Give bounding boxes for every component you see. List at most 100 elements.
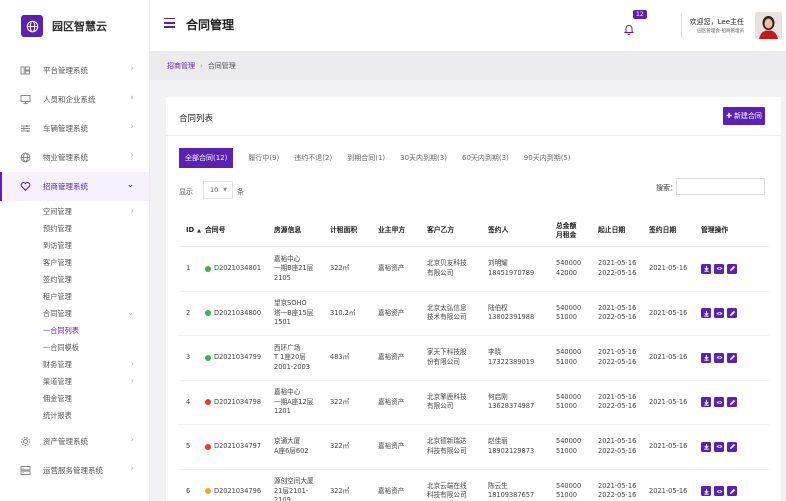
tab-1[interactable]: 全部合同(12) xyxy=(179,148,234,168)
eye-icon[interactable] xyxy=(714,397,724,408)
breadcrumb-home[interactable]: 招商管理 xyxy=(167,62,195,70)
tab-5[interactable]: 30天内到期(3) xyxy=(400,148,447,168)
table-row[interactable]: 1 D2021034801 嘉裕中心 一期B座21层 2105 322㎡ 嘉裕资产 北京贝友科… xyxy=(179,247,769,292)
sidebar-menu: 平台管理系统 › 人员和企业系统 › 车辆管理系统 › 物业管理系统 › 招商管理系统 ⌄ 空间管理… xyxy=(0,56,149,485)
bell-icon[interactable] xyxy=(623,20,635,35)
table-row[interactable]: 6 D2021034796 源创空间大厦 21层2101- 2109 322㎡ 嘉裕资产 北京… xyxy=(179,470,769,501)
sidebar-item[interactable]: 车辆管理系统 › xyxy=(0,114,149,143)
eye-icon[interactable] xyxy=(714,308,724,319)
tab-4[interactable]: 到期合同(1) xyxy=(347,148,385,168)
sidebar-subitem[interactable]: 一合同模板 xyxy=(0,339,149,356)
download-icon[interactable] xyxy=(701,441,711,452)
cell-line: 540000 xyxy=(556,481,582,490)
cell-line: 家天下科技股 xyxy=(427,348,467,357)
status-dot xyxy=(205,265,211,272)
sidebar-subitem[interactable]: 客户管理 xyxy=(0,254,149,271)
cell-line: 源创空间大厦 xyxy=(274,477,314,485)
cell-id: 4 xyxy=(186,397,191,406)
sidebar-item[interactable]: 招商管理系统 ⌄ xyxy=(0,172,149,201)
sidebar-item[interactable]: 运营服务管理系统 › xyxy=(0,456,149,485)
sidebar-subitem[interactable]: 合同管理 ⌄ xyxy=(0,305,149,322)
sidebar-subitem[interactable]: 租户管理 xyxy=(0,288,149,305)
sidebar-subitem[interactable]: 渠道管理 › xyxy=(0,373,149,390)
tab-6[interactable]: 60天内到期(3) xyxy=(462,148,509,168)
download-icon[interactable] xyxy=(701,352,711,363)
cell-contract-no[interactable]: D2021034796 xyxy=(205,487,274,497)
menu-toggle-icon[interactable] xyxy=(164,18,175,28)
brand[interactable]: 园区智慧云 xyxy=(0,0,149,52)
edit-icon[interactable] xyxy=(727,441,737,452)
sidebar-item[interactable]: 资产管理系统 › xyxy=(0,427,149,456)
search-input[interactable] xyxy=(676,178,765,195)
table-row[interactable]: 2 D2021034800 望京SOHO 塔一B座15层 1501 310.2㎡ 嘉裕资产北… xyxy=(179,292,769,336)
sidebar-item[interactable]: 平台管理系统 › xyxy=(0,56,149,85)
download-icon[interactable] xyxy=(701,486,711,497)
avatar[interactable] xyxy=(755,12,782,39)
sidebar-subitem[interactable]: 到访管理 xyxy=(0,237,149,254)
tab-2[interactable]: 履行中(9) xyxy=(248,148,279,168)
sidebar-subitem[interactable]: 统计报表 xyxy=(0,407,149,424)
download-icon[interactable] xyxy=(701,308,711,319)
sidebar-subitem[interactable]: 财务管理 › xyxy=(0,356,149,373)
cell-rent: 540000 51000 xyxy=(556,304,598,323)
download-icon[interactable] xyxy=(701,397,711,408)
edit-icon[interactable] xyxy=(727,486,737,497)
cell-line: 51000 xyxy=(556,446,577,455)
page-title: 合同管理 xyxy=(186,18,235,32)
edit-icon[interactable] xyxy=(727,308,737,319)
edit-icon[interactable] xyxy=(727,352,737,363)
col-house[interactable]: 房源信息 xyxy=(274,226,330,235)
edit-icon[interactable] xyxy=(727,263,737,274)
col-sign-date[interactable]: 签约日期 xyxy=(649,226,701,235)
edit-icon[interactable] xyxy=(727,397,737,408)
col-party-a[interactable]: 业主甲方 xyxy=(378,226,427,235)
sidebar-submenu: 空间管理 › 预约管理 到访管理 客户管理 签约管理 租户管理 合同管理 ⌄ 一合同列表 一合同模板… xyxy=(0,201,149,427)
table-row[interactable]: 5 D2021034797 京通大厦 A座6层602 322㎡ 嘉裕资产 北京德新瑞达 科技有… xyxy=(179,425,769,470)
page-size-select[interactable]: 10 ▼ xyxy=(203,181,233,199)
eye-icon[interactable] xyxy=(714,486,724,497)
cell-line: 2022-05-16 xyxy=(598,268,637,277)
col-start-end[interactable]: 起止日期 xyxy=(598,226,649,235)
col-signer[interactable]: 签约人 xyxy=(488,226,556,235)
cell-contract-no[interactable]: D2021034801 xyxy=(205,264,274,274)
sidebar-subitem[interactable]: 空间管理 › xyxy=(0,203,149,220)
table-row[interactable]: 4 D2021034798 嘉裕中心 一期A座12层 1201 322㎡ 嘉裕资产 北京擎鹿科… xyxy=(179,381,769,425)
cell-signer: 赵佳丽 18902129873 xyxy=(488,437,556,456)
eye-icon[interactable] xyxy=(714,352,724,363)
table-row[interactable]: 3 D2021034799 西环广场 T 1座20层 2001-2003 483㎡ 嘉裕资产… xyxy=(179,336,769,381)
chevron-down-icon: ⌄ xyxy=(126,180,134,190)
chevron-down-icon: ▼ xyxy=(223,187,227,193)
col-party-b[interactable]: 客户乙方 xyxy=(427,226,488,235)
col-area[interactable]: 计租面积 xyxy=(330,226,378,235)
eye-icon[interactable] xyxy=(714,263,724,274)
sidebar-item[interactable]: 物业管理系统 › xyxy=(0,143,149,172)
tab-3[interactable]: 违约不退(2) xyxy=(294,148,332,168)
col-rent[interactable]: 总金额 月租金 xyxy=(556,222,598,240)
breadcrumb: 招商管理 › 合同管理 xyxy=(167,61,236,71)
cell-contract-no[interactable]: D2021034799 xyxy=(205,353,274,363)
cell-contract-no[interactable]: D2021034798 xyxy=(205,398,274,408)
eye-icon[interactable] xyxy=(714,441,724,452)
cell-line: 540000 xyxy=(556,392,582,401)
sidebar-subitem[interactable]: 预约管理 xyxy=(0,220,149,237)
status-dot xyxy=(205,310,211,317)
download-icon[interactable] xyxy=(701,263,711,274)
sidebar-item-label: 车辆管理系统 xyxy=(43,124,88,133)
col-contract-no[interactable]: 合同号 xyxy=(205,226,274,235)
cell-contract-no[interactable]: D2021034800 xyxy=(205,309,274,319)
welcome-text: 欢迎您，Lee主任 xyxy=(689,18,744,26)
cell-line: 2021-05-16 xyxy=(598,481,637,490)
cell-contract-no[interactable]: D2021034797 xyxy=(205,442,274,452)
tab-7[interactable]: 90天内到期(5) xyxy=(524,148,571,168)
new-contract-button[interactable]: ✚ 新建合同 xyxy=(723,107,765,125)
cell-signer: 何启刚 13628374987 xyxy=(488,393,556,412)
sidebar-item[interactable]: 人员和企业系统 › xyxy=(0,85,149,114)
cell-house: 源创空间大厦 21层2101- 2109 xyxy=(274,477,330,501)
sidebar-subitem[interactable]: 佣金管理 xyxy=(0,390,149,407)
col-id[interactable]: ID ▲ xyxy=(179,226,205,236)
sidebar-subitem[interactable]: 签约管理 xyxy=(0,271,149,288)
sidebar-subitem[interactable]: 一合同列表 xyxy=(0,322,149,339)
cell-line: 2021-05-16 xyxy=(598,303,637,312)
cell-line: 18109387657 xyxy=(488,491,535,500)
cell-dates: 2021-05-16 2022-05-16 xyxy=(598,437,649,456)
